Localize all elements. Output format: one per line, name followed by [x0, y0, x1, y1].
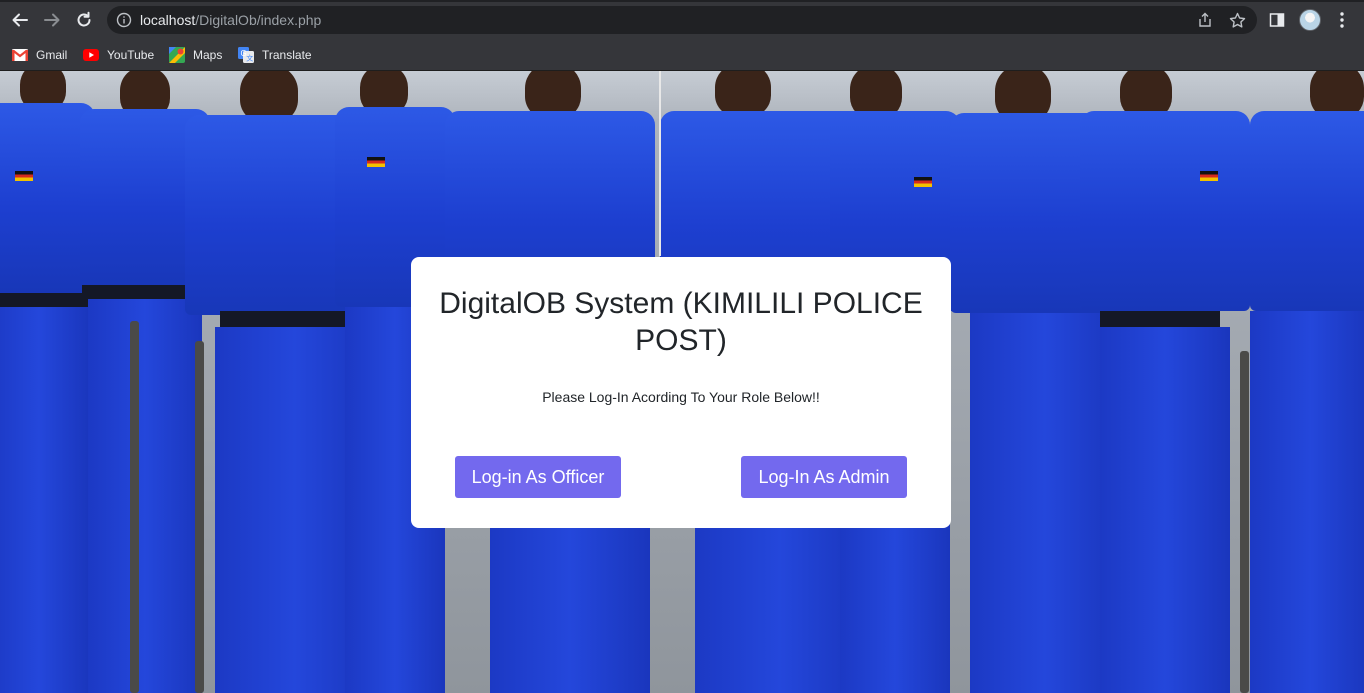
- page-title: DigitalOB System (KIMILILI POLICE POST): [439, 287, 923, 357]
- reload-icon[interactable]: [73, 9, 95, 31]
- url-path: /DigitalOb/index.php: [195, 12, 322, 28]
- bookmark-youtube[interactable]: YouTube: [83, 44, 154, 66]
- login-officer-button[interactable]: Log-in As Officer: [455, 456, 621, 498]
- translate-icon: G文: [238, 47, 254, 63]
- bookmark-maps[interactable]: Maps: [169, 44, 222, 66]
- url-host: localhost: [140, 12, 196, 28]
- back-arrow-icon[interactable]: [9, 9, 31, 31]
- forward-arrow-icon[interactable]: [41, 9, 63, 31]
- more-menu-icon[interactable]: [1331, 9, 1353, 31]
- site-info-icon[interactable]: [116, 12, 132, 28]
- browser-toolbar: localhost/DigitalOb/index.php: [0, 0, 1364, 40]
- svg-text:文: 文: [246, 54, 253, 63]
- side-panel-icon[interactable]: [1266, 9, 1288, 31]
- login-admin-button[interactable]: Log-In As Admin: [741, 456, 907, 498]
- flag-pole: [659, 71, 661, 256]
- maps-icon: [169, 47, 185, 63]
- bookmarks-bar: Gmail YouTube Maps G文 Translate: [0, 40, 1364, 71]
- bookmark-gmail[interactable]: Gmail: [12, 44, 67, 66]
- bookmark-label: Gmail: [36, 48, 68, 62]
- bookmark-label: YouTube: [107, 48, 155, 62]
- profile-avatar[interactable]: [1299, 9, 1321, 31]
- login-card: DigitalOB System (KIMILILI POLICE POST) …: [411, 257, 951, 528]
- share-icon[interactable]: [1196, 11, 1214, 29]
- gmail-icon: [12, 47, 28, 63]
- page-content: DigitalOB System (KIMILILI POLICE POST) …: [0, 71, 1364, 693]
- bookmark-translate[interactable]: G文 Translate: [238, 44, 312, 66]
- bookmark-label: Translate: [262, 48, 312, 62]
- bookmark-star-icon[interactable]: [1228, 11, 1246, 29]
- login-instructions: Please Log-In Acording To Your Role Belo…: [542, 389, 820, 405]
- address-bar[interactable]: localhost/DigitalOb/index.php: [107, 6, 1257, 34]
- youtube-icon: [83, 47, 99, 63]
- bookmark-label: Maps: [193, 48, 223, 62]
- url-text: localhost/DigitalOb/index.php: [140, 12, 321, 28]
